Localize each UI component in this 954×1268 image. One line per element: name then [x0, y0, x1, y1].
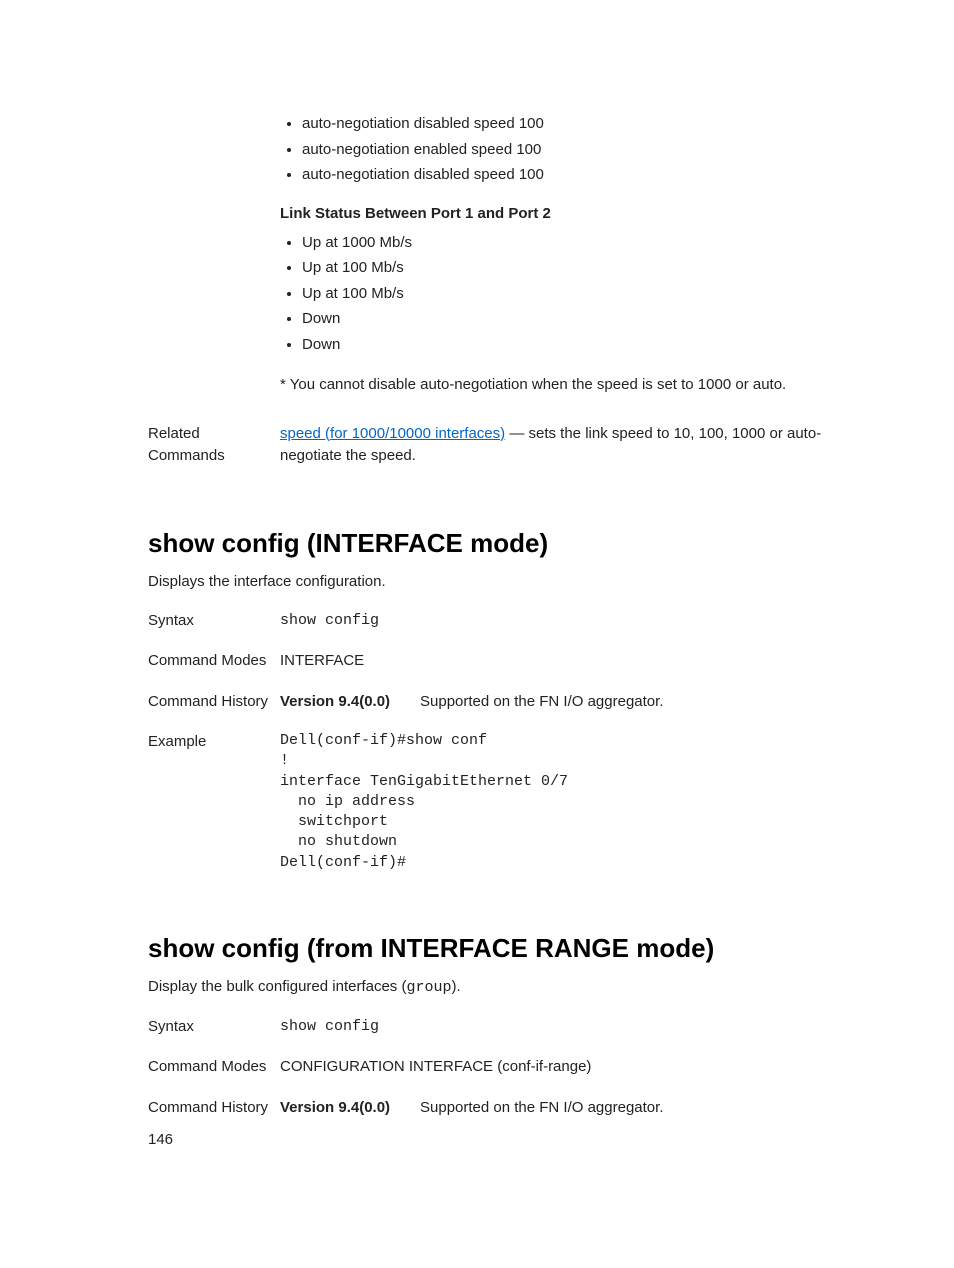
list-item: Down — [302, 308, 854, 331]
version-desc: Supported on the FN I/O aggregator. — [420, 1097, 854, 1120]
command-modes-value: CONFIGURATION INTERFACE (conf-if-range) — [280, 1056, 854, 1079]
section-title-show-config-interface: show config (INTERFACE mode) — [148, 528, 854, 559]
version-number: Version 9.4(0.0) — [280, 1097, 420, 1120]
list-item: Down — [302, 334, 854, 357]
version-desc: Supported on the FN I/O aggregator. — [420, 691, 854, 714]
command-modes-row: Command Modes INTERFACE — [148, 650, 854, 673]
example-value: Dell(conf-if)#show conf ! interface TenG… — [280, 731, 854, 873]
section-desc: Displays the interface configuration. — [148, 573, 854, 590]
speed-interfaces-link[interactable]: speed (for 1000/10000 interfaces) — [280, 425, 505, 442]
top-bullet-list: auto-negotiation disabled speed 100 auto… — [280, 113, 854, 187]
syntax-value: show config — [280, 610, 854, 633]
syntax-label: Syntax — [148, 610, 280, 633]
command-history-value: Version 9.4(0.0) Supported on the FN I/O… — [280, 691, 854, 714]
top-content-block: auto-negotiation disabled speed 100 auto… — [280, 113, 854, 397]
page-number: 146 — [148, 1131, 173, 1148]
related-commands-value: speed (for 1000/10000 interfaces) — sets… — [280, 423, 854, 468]
list-item: Up at 100 Mb/s — [302, 257, 854, 280]
example-code: Dell(conf-if)#show conf ! interface TenG… — [280, 731, 854, 873]
footnote-text: * You cannot disable auto-negotiation wh… — [280, 374, 854, 397]
desc-post: ). — [451, 978, 460, 995]
section-title-show-config-interface-range: show config (from INTERFACE RANGE mode) — [148, 933, 854, 964]
syntax-label: Syntax — [148, 1016, 280, 1039]
example-row: Example Dell(conf-if)#show conf ! interf… — [148, 731, 854, 873]
version-table: Version 9.4(0.0) Supported on the FN I/O… — [280, 691, 854, 714]
command-history-label: Command History — [148, 691, 280, 714]
command-history-row-2: Command History Version 9.4(0.0) Support… — [148, 1097, 854, 1120]
syntax-row: Syntax show config — [148, 610, 854, 633]
syntax-value: show config — [280, 1016, 854, 1039]
desc-code: group — [406, 979, 451, 996]
command-modes-label: Command Modes — [148, 1056, 280, 1079]
list-item: Up at 100 Mb/s — [302, 283, 854, 306]
page: auto-negotiation disabled speed 100 auto… — [0, 0, 954, 1268]
related-commands-row: Related Commands speed (for 1000/10000 i… — [148, 423, 854, 468]
list-item: auto-negotiation enabled speed 100 — [302, 139, 854, 162]
syntax-row-2: Syntax show config — [148, 1016, 854, 1039]
command-modes-row-2: Command Modes CONFIGURATION INTERFACE (c… — [148, 1056, 854, 1079]
command-history-value: Version 9.4(0.0) Supported on the FN I/O… — [280, 1097, 854, 1120]
link-status-heading: Link Status Between Port 1 and Port 2 — [280, 205, 854, 222]
list-item: auto-negotiation disabled speed 100 — [302, 164, 854, 187]
section-desc-2: Display the bulk configured interfaces (… — [148, 978, 854, 996]
list-item: Up at 1000 Mb/s — [302, 232, 854, 255]
link-status-list: Up at 1000 Mb/s Up at 100 Mb/s Up at 100… — [280, 232, 854, 357]
example-label: Example — [148, 731, 280, 873]
command-history-label: Command History — [148, 1097, 280, 1120]
version-number: Version 9.4(0.0) — [280, 691, 420, 714]
desc-pre: Display the bulk configured interfaces ( — [148, 978, 406, 995]
command-modes-label: Command Modes — [148, 650, 280, 673]
version-table: Version 9.4(0.0) Supported on the FN I/O… — [280, 1097, 854, 1120]
related-commands-label: Related Commands — [148, 423, 280, 468]
command-modes-value: INTERFACE — [280, 650, 854, 673]
command-history-row: Command History Version 9.4(0.0) Support… — [148, 691, 854, 714]
list-item: auto-negotiation disabled speed 100 — [302, 113, 854, 136]
